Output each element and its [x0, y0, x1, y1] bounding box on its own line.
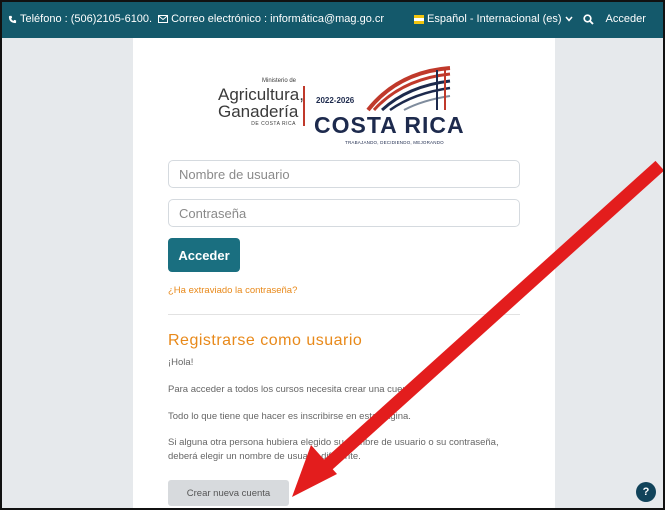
annotation-arrow [292, 160, 665, 497]
